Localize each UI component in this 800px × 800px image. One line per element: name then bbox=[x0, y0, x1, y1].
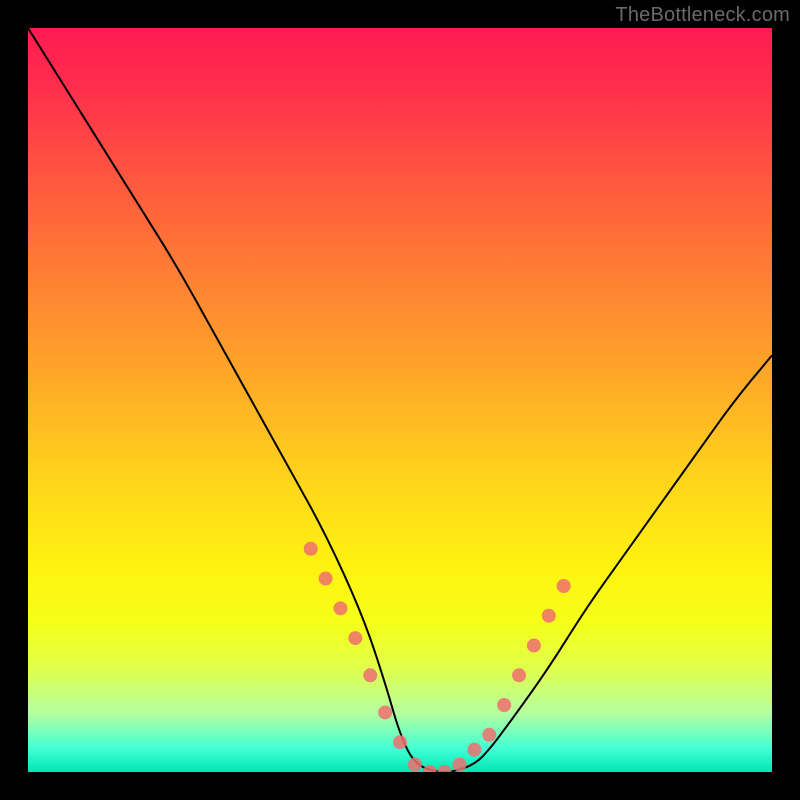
gradient-band-lines bbox=[28, 592, 772, 772]
watermark-text: TheBottleneck.com bbox=[615, 4, 790, 27]
plot-area bbox=[28, 28, 772, 772]
chart-frame: TheBottleneck.com bbox=[0, 0, 800, 800]
